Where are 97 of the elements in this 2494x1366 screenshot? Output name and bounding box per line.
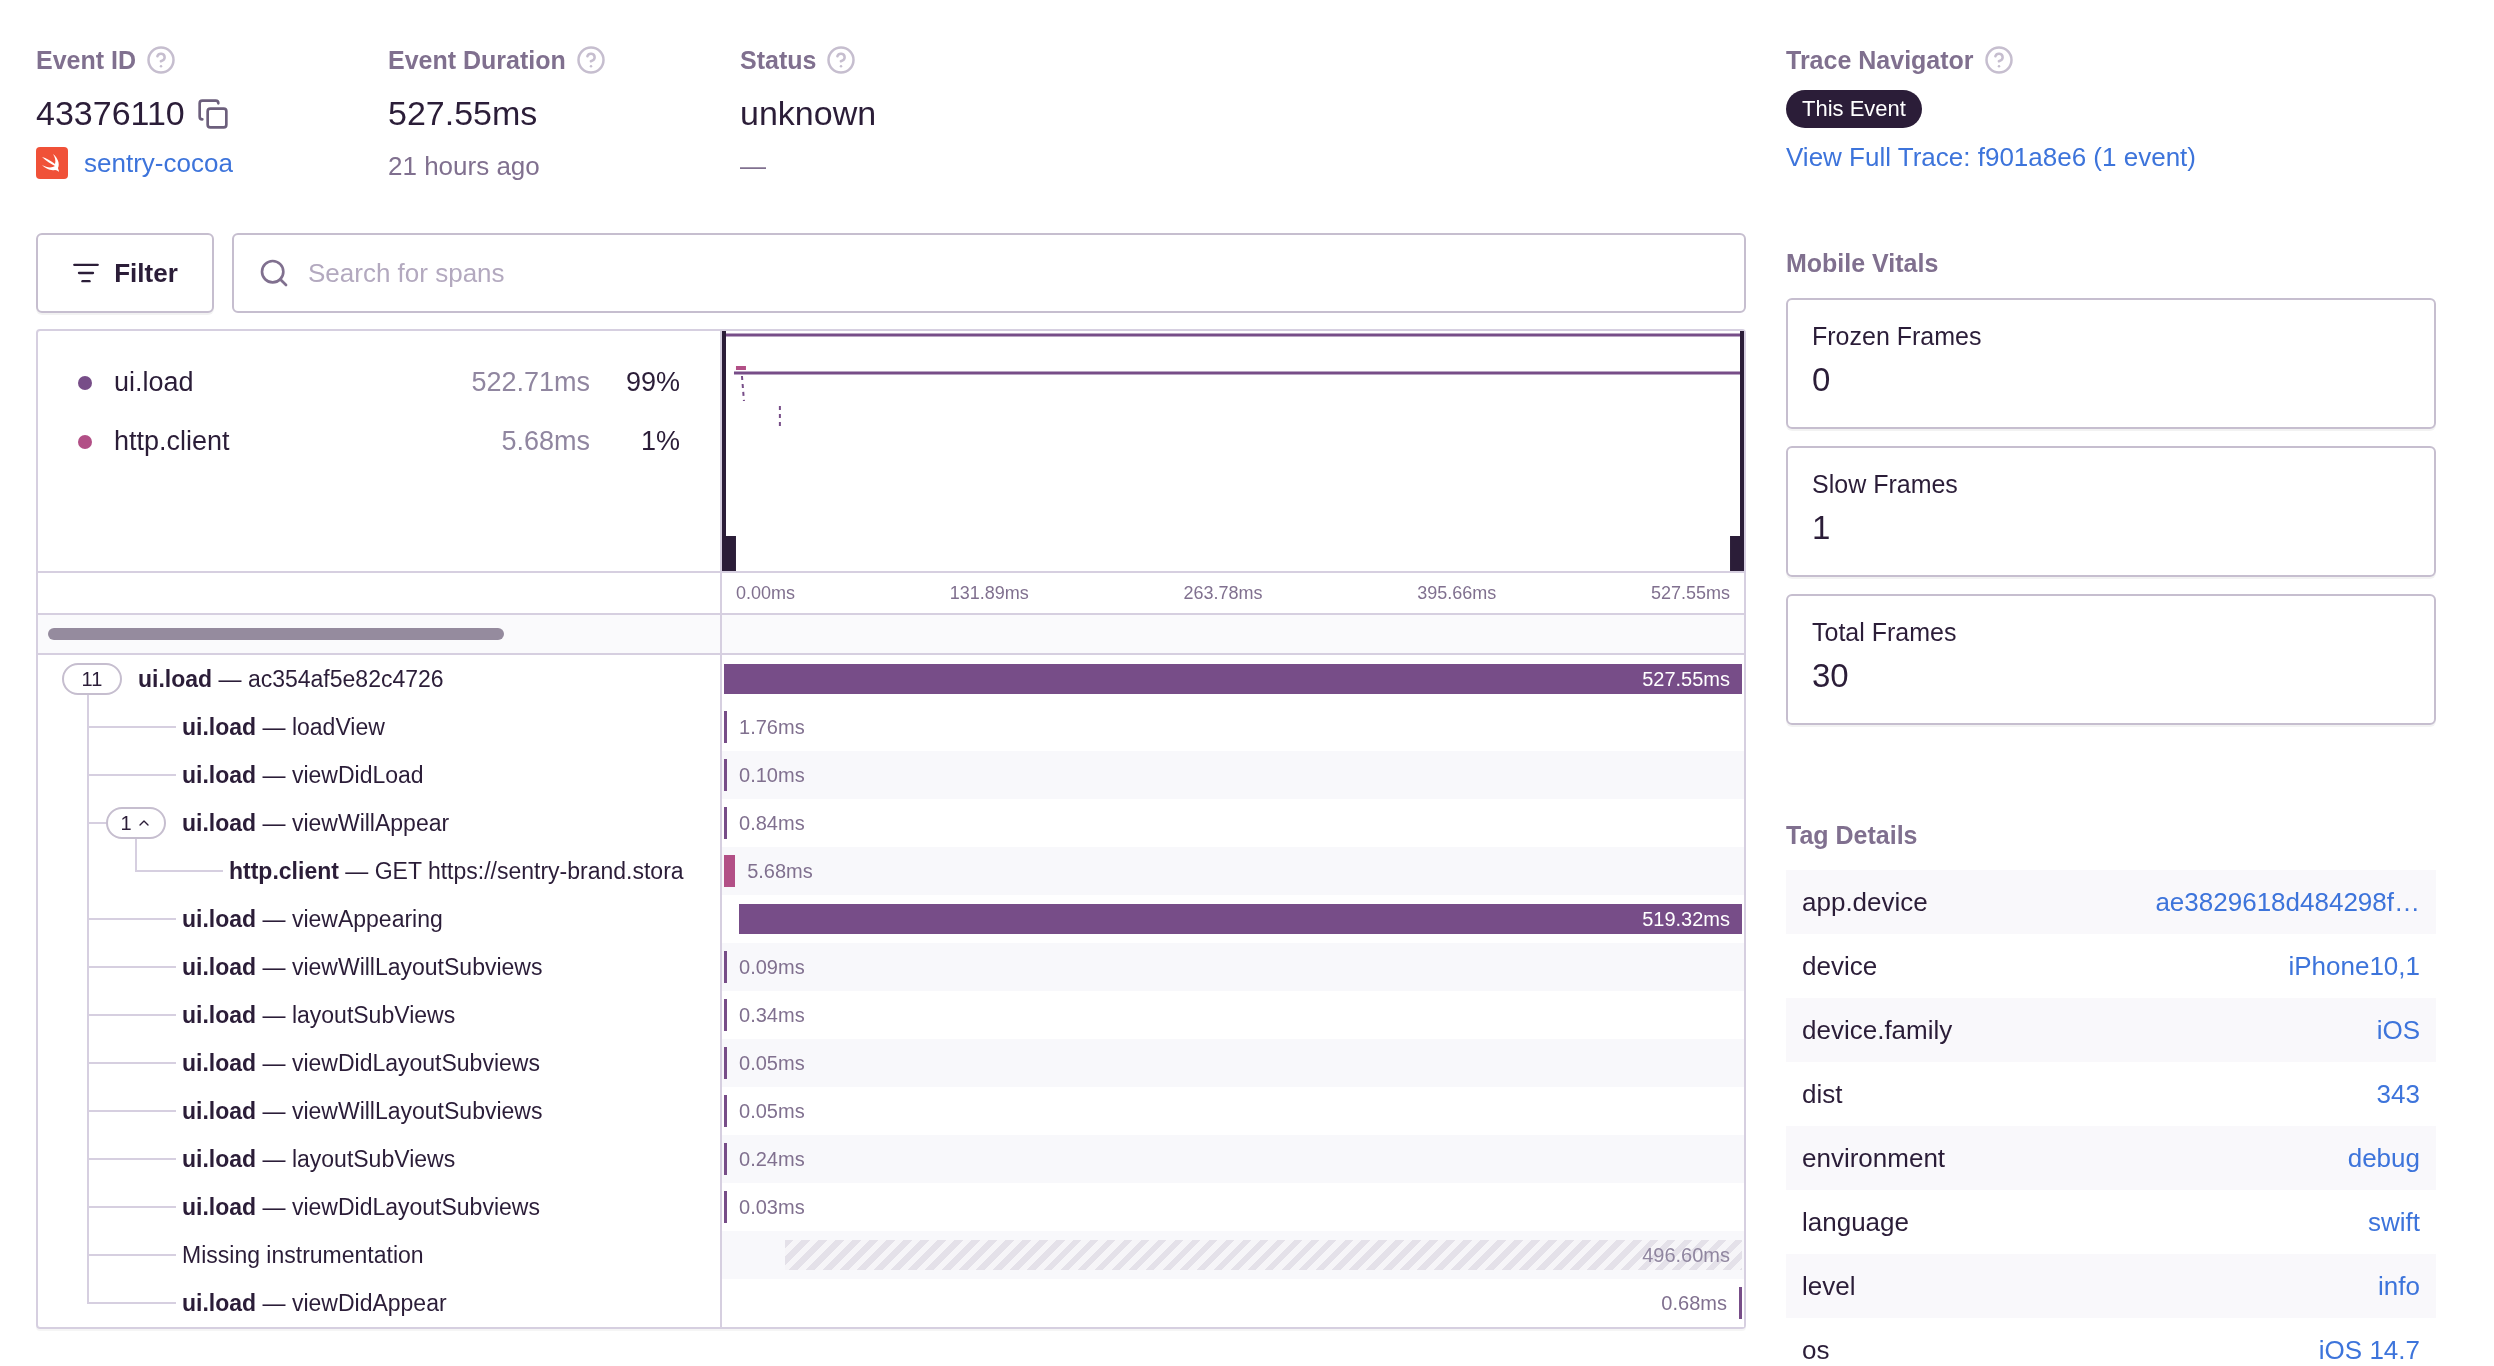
tag-key: device.family (1802, 1014, 1953, 1046)
tag-value-link[interactable]: swift (2368, 1206, 2420, 1238)
minimap-drawing[interactable] (722, 331, 1744, 571)
vital-label: Slow Frames (1812, 470, 1959, 499)
span-bar[interactable] (724, 711, 728, 743)
search-icon (258, 257, 290, 289)
stat-label: Event Duration (388, 45, 566, 75)
tag-value-link[interactable]: iOS 14.7 (2318, 1334, 2420, 1366)
span-bar[interactable] (724, 999, 728, 1031)
event-id: 43376110 (36, 94, 185, 133)
span-duration: 0.05ms (739, 1099, 805, 1123)
search-field[interactable]: Search for spans (232, 233, 1746, 313)
span-label[interactable]: ui.load — layoutSubViews (182, 1145, 456, 1173)
filter-button[interactable]: Filter (36, 233, 214, 313)
axis-tick-label: 131.89ms (949, 582, 1029, 604)
span-duration: 0.68ms (1661, 1291, 1727, 1315)
span-duration: 527.55ms (1642, 667, 1730, 691)
span-label[interactable]: ui.load — ac354af5e82c4726 (138, 665, 444, 693)
span-duration: 0.84ms (739, 811, 805, 835)
legend-op: http.client (114, 426, 231, 457)
span-label[interactable]: http.client — GET https://sentry-brand.stora (229, 857, 684, 885)
tag-value-link[interactable]: debug (2347, 1142, 2420, 1174)
vital-value: 0 (1812, 361, 1832, 399)
span-duration: 0.03ms (739, 1195, 805, 1219)
span-label[interactable]: ui.load — layoutSubViews (182, 1001, 456, 1029)
span-label[interactable]: ui.load — viewWillLayoutSubviews (182, 1097, 543, 1125)
span-label[interactable]: ui.load — viewDidAppear (182, 1289, 447, 1317)
legend-op: ui.load (114, 367, 195, 398)
span-bar[interactable] (724, 1191, 728, 1223)
vital-label: Total Frames (1812, 618, 1958, 647)
scrollbar-thumb[interactable] (48, 628, 504, 640)
span-bar[interactable] (724, 807, 728, 839)
span-duration: 0.10ms (739, 763, 805, 787)
swift-logo-icon (36, 147, 68, 179)
span-label[interactable]: ui.load — viewDidLayoutSubviews (182, 1049, 540, 1077)
span-label[interactable]: ui.load — viewAppearing (182, 905, 443, 933)
span-bar[interactable] (724, 1047, 728, 1079)
section-label: Trace Navigator (1786, 45, 1974, 75)
axis-tick-label: 263.78ms (1183, 582, 1263, 604)
event-time: 21 hours ago (388, 151, 541, 182)
span-bar[interactable] (1738, 1287, 1742, 1319)
span-label[interactable]: ui.load — viewWillAppear (182, 809, 450, 837)
span-duration: 0.09ms (739, 955, 805, 979)
tag-value-link[interactable]: iPhone10,1 (2288, 950, 2420, 982)
span-duration: 0.24ms (739, 1147, 805, 1171)
view-trace-link[interactable]: View Full Trace: f901a8e6 (1 event) (1786, 142, 2436, 173)
tag-key: os (1802, 1334, 1830, 1366)
span-label[interactable]: ui.load — viewDidLoad (182, 761, 424, 789)
tag-value-link[interactable]: 343 (2376, 1078, 2420, 1110)
axis-tick-label: 395.66ms (1417, 582, 1497, 604)
duration-value: 527.55ms (388, 94, 539, 133)
expand-toggle[interactable]: 1 (106, 807, 166, 839)
span-label[interactable]: ui.load — viewWillLayoutSubviews (182, 953, 543, 981)
axis-tick-label: 527.55ms (1650, 582, 1730, 604)
tag-key: app.device (1802, 886, 1928, 918)
span-duration: 5.68ms (747, 859, 813, 883)
vital-label: Frozen Frames (1812, 322, 1983, 351)
status-detail: — (740, 151, 767, 182)
legend-duration: 522.71ms (470, 367, 590, 398)
span-bar[interactable] (724, 951, 728, 983)
legend-duration: 5.68ms (500, 426, 590, 457)
span-bar[interactable] (724, 855, 736, 887)
this-event-badge: This Event (1786, 90, 1922, 128)
span-duration: 519.32ms (1642, 907, 1730, 931)
tag-value-link[interactable]: ae3829618d484298f… (2155, 886, 2420, 918)
legend-percent: 1% (639, 426, 680, 457)
expand-toggle[interactable]: 11 (62, 663, 122, 695)
stat-label: Event ID (36, 45, 137, 75)
legend-percent: 99% (624, 367, 680, 398)
vital-value: 30 (1812, 657, 1850, 695)
section-title: Mobile Vitals (1786, 249, 1940, 278)
span-label[interactable]: ui.load — loadView (182, 713, 385, 741)
tag-key: level (1802, 1270, 1856, 1302)
span-duration: 0.34ms (739, 1003, 805, 1027)
span-bar[interactable] (724, 1095, 728, 1127)
span-duration: 1.76ms (739, 715, 805, 739)
span-bar[interactable] (724, 759, 728, 791)
tag-value-link[interactable]: info (2378, 1270, 2420, 1302)
tag-key: language (1802, 1206, 1909, 1238)
span-label[interactable]: Missing instrumentation (182, 1241, 424, 1269)
project-link[interactable]: sentry-cocoa (84, 147, 233, 179)
copy-icon[interactable] (196, 97, 229, 130)
span-bar[interactable] (724, 1143, 728, 1175)
span-bar[interactable]: 527.55ms (724, 664, 1742, 694)
span-bar[interactable]: 519.32ms (739, 904, 1742, 934)
tag-value-link[interactable]: iOS (2376, 1014, 2420, 1046)
span-duration: 496.60ms (1642, 1243, 1730, 1267)
status-value: unknown (740, 94, 878, 133)
span-label[interactable]: ui.load — viewDidLayoutSubviews (182, 1193, 540, 1221)
section-title: Tag Details (1786, 821, 1919, 850)
stat-label: Status (740, 45, 817, 75)
span-duration: 0.05ms (739, 1051, 805, 1075)
vital-value: 1 (1812, 509, 1832, 547)
axis-tick-label: 0.00ms (736, 582, 796, 604)
tag-key: environment (1802, 1142, 1946, 1174)
tag-key: device (1802, 950, 1878, 982)
tag-key: dist (1802, 1078, 1843, 1110)
